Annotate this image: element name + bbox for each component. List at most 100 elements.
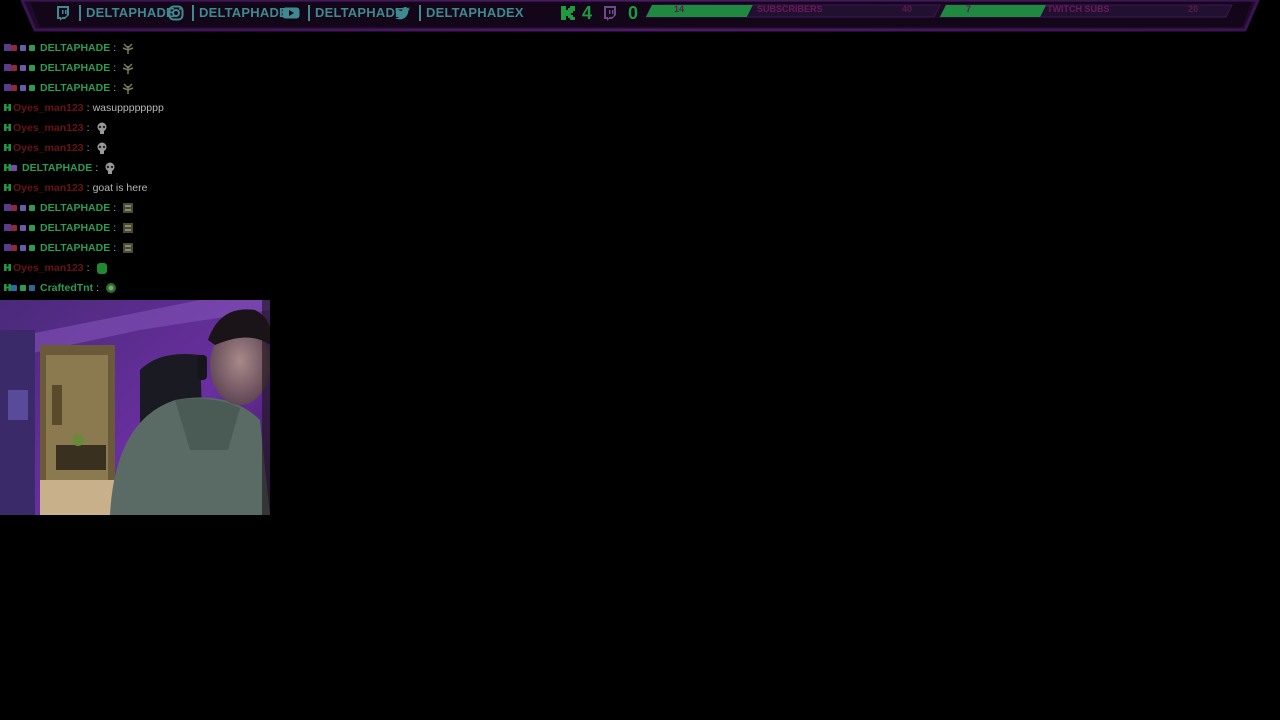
twitch-viewer-count: 0 xyxy=(628,2,639,23)
star-badge xyxy=(20,85,26,91)
kick-icon xyxy=(4,102,11,114)
twitch-subs-progress-fill xyxy=(940,5,1047,17)
twitch-subs-goal-current: 7 xyxy=(966,4,972,14)
chat-text: goat is here xyxy=(92,182,148,194)
chat-message: DELTAPHADE: xyxy=(0,198,300,218)
chat-username[interactable]: DELTAPHADE xyxy=(22,162,92,174)
separator xyxy=(308,4,310,21)
star-badge xyxy=(20,245,26,251)
chat-username[interactable]: DELTAPHADE xyxy=(40,42,110,54)
webcam-feed xyxy=(0,300,270,515)
kick-icon xyxy=(4,182,11,194)
social-instagram: DELTAPHADE xyxy=(168,3,288,22)
skull-emote xyxy=(96,122,108,134)
star-badge xyxy=(20,65,26,71)
plant-emote xyxy=(122,82,134,94)
chat-message: DELTAPHADE: xyxy=(0,58,300,78)
sub-badge xyxy=(29,85,35,91)
kick-viewer-count: 4 xyxy=(582,2,593,23)
separator xyxy=(419,4,421,21)
broadcaster-badge xyxy=(11,205,17,211)
chat-message: Oyes_man123: wasupppppppp xyxy=(0,98,300,118)
broadcaster-badge xyxy=(11,85,17,91)
chat-username[interactable]: DELTAPHADE xyxy=(40,242,110,254)
chat-badges xyxy=(4,262,11,274)
chat-message: Oyes_man123: xyxy=(0,258,300,278)
chat-message: DELTAPHADE: xyxy=(0,238,300,258)
sub-badge xyxy=(11,165,17,171)
chat-username[interactable]: DELTAPHADE xyxy=(40,62,110,74)
kick-icon xyxy=(561,6,575,20)
twitter-icon xyxy=(395,6,410,19)
gift-badge xyxy=(29,285,35,291)
youtube-handle: DELTAPHADE xyxy=(315,5,404,20)
twitch-icon xyxy=(4,62,11,74)
chat-message: DELTAPHADE: xyxy=(0,78,300,98)
instagram-handle: DELTAPHADE xyxy=(199,5,288,20)
sub-badge xyxy=(29,245,35,251)
sub-badge xyxy=(29,225,35,231)
chat-username[interactable]: DELTAPHADE xyxy=(40,202,110,214)
prime-badge xyxy=(11,285,17,291)
subscribers-goal-label: SUBSCRIBERS xyxy=(757,4,823,14)
twitch-icon xyxy=(604,6,616,21)
stream-overlay-topbar: DELTAPHADE DELTAPHADE DELTAPHADE DELTAPH… xyxy=(0,0,1280,32)
skull-emote xyxy=(104,162,116,174)
chat-message: DELTAPHADE: xyxy=(0,38,300,58)
chat-username[interactable]: Oyes_man123 xyxy=(13,262,84,274)
chat-username[interactable]: Oyes_man123 xyxy=(13,102,84,114)
social-youtube: DELTAPHADE xyxy=(282,3,404,22)
chat-username[interactable]: DELTAPHADE xyxy=(40,82,110,94)
chat-badges xyxy=(4,282,38,294)
sub-badge xyxy=(29,65,35,71)
chat-badges xyxy=(4,202,38,214)
sub-badge xyxy=(29,45,35,51)
chat-username[interactable]: CraftedTnt xyxy=(40,282,93,294)
kick-icon xyxy=(4,262,11,274)
star-badge xyxy=(20,45,26,51)
plant-emote xyxy=(122,62,134,74)
kick-icon xyxy=(4,142,11,154)
chat-username[interactable]: Oyes_man123 xyxy=(13,182,84,194)
chat-username[interactable]: Oyes_man123 xyxy=(13,142,84,154)
chat-badges xyxy=(4,242,38,254)
chat-message: Oyes_man123: goat is here xyxy=(0,178,300,198)
chat-separator: : xyxy=(113,42,117,54)
twitch-icon xyxy=(4,82,11,94)
chat-separator: : xyxy=(96,282,100,294)
chat-badges xyxy=(4,182,11,194)
chat-message: Oyes_man123: xyxy=(0,138,300,158)
chat-overlay: DELTAPHADE: DELTAPHADE: DELTAPHADE: Oyes_ma… xyxy=(0,38,300,298)
chat-separator: : xyxy=(86,122,90,134)
sub-badge xyxy=(20,285,26,291)
separator xyxy=(192,4,194,21)
chat-username[interactable]: DELTAPHADE xyxy=(40,222,110,234)
twitch-subs-goal-target: 20 xyxy=(1188,4,1199,14)
chat-separator: : xyxy=(113,222,117,234)
box-emote xyxy=(122,222,134,234)
chat-separator: : xyxy=(113,62,117,74)
chat-message: Oyes_man123: xyxy=(0,118,300,138)
chat-separator: : xyxy=(86,142,90,154)
twitch-viewer-counter: 0 xyxy=(602,3,638,23)
twitter-handle: DELTAPHADEX xyxy=(426,5,524,20)
broadcaster-badge xyxy=(11,65,17,71)
chat-message: DELTAPHADE: xyxy=(0,218,300,238)
twitch-icon xyxy=(4,42,11,54)
chat-username[interactable]: Oyes_man123 xyxy=(13,122,84,134)
subscribers-progress-fill xyxy=(646,5,753,17)
kick-viewer-counter: 4 xyxy=(560,3,592,23)
chat-separator: : xyxy=(113,202,117,214)
webcam-image xyxy=(0,300,270,515)
chat-separator: : xyxy=(86,102,90,114)
kick-icon xyxy=(4,122,11,134)
chat-separator: : xyxy=(113,242,117,254)
chat-badges xyxy=(4,142,11,154)
broadcaster-badge xyxy=(11,245,17,251)
chat-separator: : xyxy=(113,82,117,94)
star-badge xyxy=(20,205,26,211)
chat-badges xyxy=(4,42,38,54)
subscribers-goal-target: 40 xyxy=(902,4,913,14)
box-emote xyxy=(122,242,134,254)
twitch-icon xyxy=(4,222,11,234)
